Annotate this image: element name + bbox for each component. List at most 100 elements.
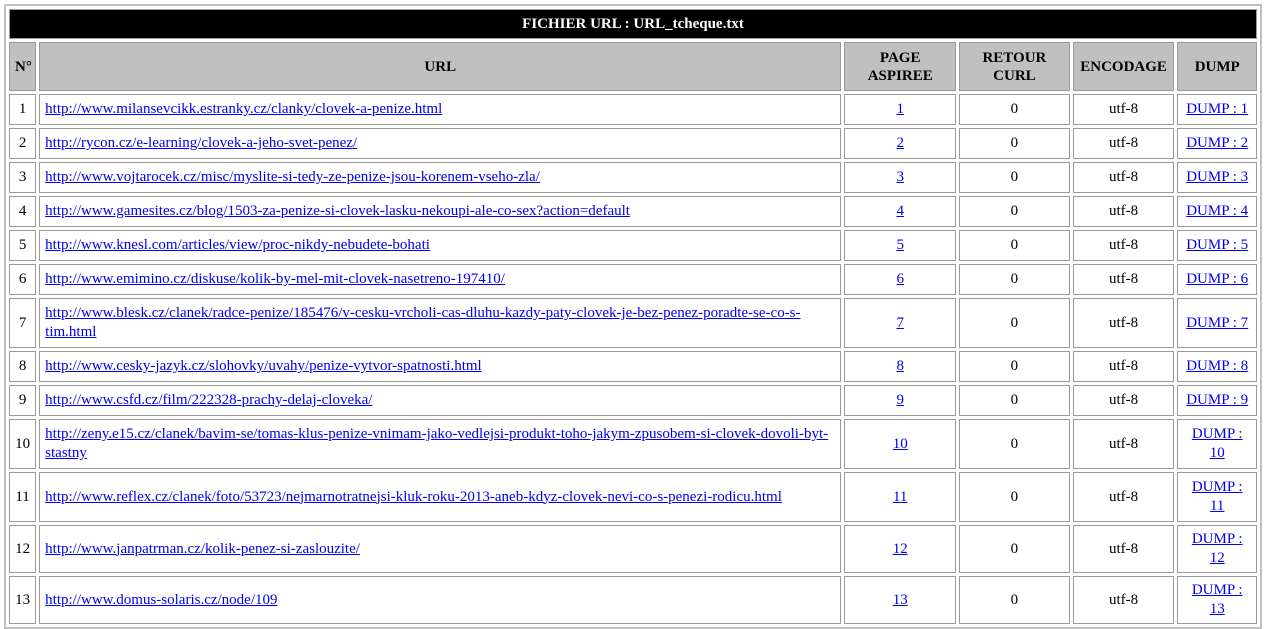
dump-cell: DUMP : 9	[1177, 385, 1257, 416]
url-cell: http://www.vojtarocek.cz/misc/myslite-si…	[39, 162, 842, 193]
page-aspiree-cell: 12	[844, 525, 957, 573]
page-aspiree-cell: 8	[844, 351, 957, 382]
url-link[interactable]: http://zeny.e15.cz/clanek/bavim-se/tomas…	[45, 426, 828, 461]
page-aspiree-link[interactable]: 6	[896, 271, 904, 287]
url-link[interactable]: http://www.emimino.cz/diskuse/kolik-by-m…	[45, 271, 505, 287]
url-link[interactable]: http://www.csfd.cz/film/222328-prachy-de…	[45, 392, 372, 408]
url-cell: http://www.gamesites.cz/blog/1503-za-pen…	[39, 196, 842, 227]
table-row: 4 http://www.gamesites.cz/blog/1503-za-pe…	[9, 196, 1257, 227]
page-frame: FICHIER URL : URL_tcheque.txt N° URL PAG…	[0, 0, 1269, 629]
table-row: 1 http://www.milansevcikk.estranky.cz/cla…	[9, 94, 1257, 125]
page-aspiree-cell: 9	[844, 385, 957, 416]
table-row: 8 http://www.cesky-jazyk.cz/slohovky/uvah…	[9, 351, 1257, 382]
url-link[interactable]: http://www.janpatrman.cz/kolik-penez-si-…	[45, 541, 360, 557]
url-link[interactable]: http://www.gamesites.cz/blog/1503-za-pen…	[45, 203, 630, 219]
url-cell: http://www.blesk.cz/clanek/radce-penize/…	[39, 298, 842, 348]
page-aspiree-cell: 3	[844, 162, 957, 193]
table-row: 3 http://www.vojtarocek.cz/misc/myslite-s…	[9, 162, 1257, 193]
dump-cell: DUMP : 12	[1177, 525, 1257, 573]
encodage-cell: utf-8	[1072, 230, 1175, 261]
page-aspiree-cell: 7	[844, 298, 957, 348]
page-aspiree-cell: 13	[844, 576, 957, 624]
page-aspiree-link[interactable]: 1	[896, 101, 904, 117]
row-number: 12	[9, 525, 37, 573]
url-link[interactable]: http://www.domus-solaris.cz/node/109	[45, 592, 277, 608]
retour-curl-cell: 0	[959, 385, 1070, 416]
page-aspiree-link[interactable]: 5	[896, 237, 904, 253]
row-number: 7	[9, 298, 37, 348]
page-aspiree-link[interactable]: 10	[893, 436, 908, 452]
url-link[interactable]: http://www.vojtarocek.cz/misc/myslite-si…	[45, 169, 540, 185]
page-aspiree-link[interactable]: 11	[893, 489, 907, 505]
url-cell: http://rycon.cz/e-learning/clovek-a-jeho…	[39, 128, 842, 159]
row-number: 11	[9, 472, 37, 522]
encodage-cell: utf-8	[1072, 419, 1175, 469]
dump-link[interactable]: DUMP : 5	[1186, 237, 1248, 253]
page-aspiree-link[interactable]: 2	[896, 135, 904, 151]
encodage-cell: utf-8	[1072, 128, 1175, 159]
header-dump: DUMP	[1177, 42, 1257, 91]
row-number: 10	[9, 419, 37, 469]
page-aspiree-link[interactable]: 13	[893, 592, 908, 608]
url-cell: http://www.janpatrman.cz/kolik-penez-si-…	[39, 525, 842, 573]
row-number: 4	[9, 196, 37, 227]
table-row: 11 http://www.reflex.cz/clanek/foto/53723…	[9, 472, 1257, 522]
url-cell: http://www.domus-solaris.cz/node/109	[39, 576, 842, 624]
row-number: 3	[9, 162, 37, 193]
page-aspiree-cell: 5	[844, 230, 957, 261]
url-link[interactable]: http://www.cesky-jazyk.cz/slohovky/uvahy…	[45, 358, 482, 374]
encodage-cell: utf-8	[1072, 525, 1175, 573]
retour-curl-cell: 0	[959, 230, 1070, 261]
row-number: 6	[9, 264, 37, 295]
dump-link[interactable]: DUMP : 9	[1186, 392, 1248, 408]
table-row: 5 http://www.knesl.com/articles/view/proc…	[9, 230, 1257, 261]
encodage-cell: utf-8	[1072, 472, 1175, 522]
dump-cell: DUMP : 3	[1177, 162, 1257, 193]
encodage-cell: utf-8	[1072, 298, 1175, 348]
retour-curl-cell: 0	[959, 128, 1070, 159]
retour-curl-cell: 0	[959, 94, 1070, 125]
dump-link[interactable]: DUMP : 8	[1186, 358, 1248, 374]
dump-link[interactable]: DUMP : 7	[1186, 315, 1248, 331]
url-cell: http://www.milansevcikk.estranky.cz/clan…	[39, 94, 842, 125]
page-aspiree-cell: 11	[844, 472, 957, 522]
retour-curl-cell: 0	[959, 162, 1070, 193]
dump-link[interactable]: DUMP : 1	[1186, 101, 1248, 117]
page-aspiree-link[interactable]: 3	[896, 169, 904, 185]
page-aspiree-link[interactable]: 12	[893, 541, 908, 557]
retour-curl-cell: 0	[959, 472, 1070, 522]
retour-curl-cell: 0	[959, 576, 1070, 624]
dump-link[interactable]: DUMP : 4	[1186, 203, 1248, 219]
dump-cell: DUMP : 8	[1177, 351, 1257, 382]
page-aspiree-cell: 1	[844, 94, 957, 125]
page-aspiree-link[interactable]: 7	[896, 315, 904, 331]
dump-link[interactable]: DUMP : 3	[1186, 169, 1248, 185]
encodage-cell: utf-8	[1072, 196, 1175, 227]
url-cell: http://www.reflex.cz/clanek/foto/53723/n…	[39, 472, 842, 522]
url-link[interactable]: http://www.blesk.cz/clanek/radce-penize/…	[45, 305, 800, 340]
table-row: 9 http://www.csfd.cz/film/222328-prachy-d…	[9, 385, 1257, 416]
encodage-cell: utf-8	[1072, 94, 1175, 125]
dump-link[interactable]: DUMP : 6	[1186, 271, 1248, 287]
dump-link[interactable]: DUMP : 13	[1192, 582, 1243, 617]
dump-cell: DUMP : 6	[1177, 264, 1257, 295]
url-link[interactable]: http://www.knesl.com/articles/view/proc-…	[45, 237, 430, 253]
retour-curl-cell: 0	[959, 264, 1070, 295]
table-body: 1 http://www.milansevcikk.estranky.cz/cla…	[9, 94, 1257, 624]
row-number: 8	[9, 351, 37, 382]
retour-curl-cell: 0	[959, 419, 1070, 469]
url-link[interactable]: http://www.milansevcikk.estranky.cz/clan…	[45, 101, 442, 117]
url-table: FICHIER URL : URL_tcheque.txt N° URL PAG…	[4, 4, 1262, 629]
url-link[interactable]: http://www.reflex.cz/clanek/foto/53723/n…	[45, 489, 782, 505]
table-row: 6 http://www.emimino.cz/diskuse/kolik-by-…	[9, 264, 1257, 295]
page-aspiree-link[interactable]: 8	[896, 358, 904, 374]
dump-link[interactable]: DUMP : 11	[1192, 479, 1243, 514]
url-link[interactable]: http://rycon.cz/e-learning/clovek-a-jeho…	[45, 135, 357, 151]
dump-link[interactable]: DUMP : 10	[1192, 426, 1243, 461]
dump-link[interactable]: DUMP : 2	[1186, 135, 1248, 151]
header-page-aspiree: PAGE ASPIREE	[844, 42, 957, 91]
page-aspiree-link[interactable]: 9	[896, 392, 904, 408]
page-aspiree-link[interactable]: 4	[896, 203, 904, 219]
dump-link[interactable]: DUMP : 12	[1192, 531, 1243, 566]
retour-curl-cell: 0	[959, 351, 1070, 382]
